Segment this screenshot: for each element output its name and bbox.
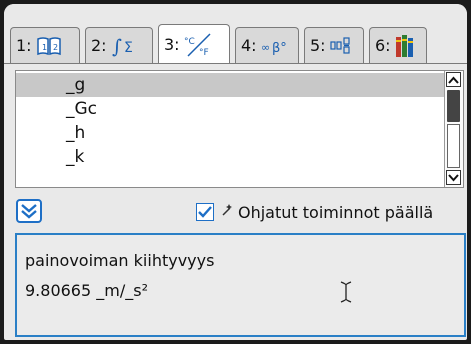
list-item[interactable]: _h — [16, 121, 446, 145]
svg-text:°F: °F — [199, 48, 209, 58]
double-chevron-down-icon — [21, 204, 37, 219]
scroll-down-button[interactable] — [446, 170, 461, 185]
templates-icon — [329, 35, 352, 57]
svg-text:∞: ∞ — [261, 41, 270, 54]
chevron-up-icon — [448, 76, 459, 84]
unit-description: painovoiman kiihtyvyys — [25, 251, 215, 270]
tab-catalog[interactable]: 1: 1 2 — [10, 27, 80, 63]
catalog-panel: 1: 1 2 2: ∫ Σ 3: °C °F 4: ∞ β° 5: 6: _g … — [4, 4, 467, 340]
tab-divider — [4, 63, 467, 64]
wizards-option: Ohjatut toiminnot päällä — [196, 200, 433, 224]
checkmark-icon — [198, 206, 212, 218]
list-scrollbar[interactable] — [444, 71, 463, 187]
tab-templates[interactable]: 5: — [304, 27, 364, 63]
catalog-tabs: 1: 1 2 2: ∫ Σ 3: °C °F 4: ∞ β° 5: 6: — [4, 4, 467, 64]
svg-text:1: 1 — [42, 43, 47, 52]
tab-number: 5: — [310, 36, 326, 55]
tab-units[interactable]: 3: °C °F — [158, 24, 230, 64]
list-item-partial — [16, 169, 446, 187]
svg-text:Σ: Σ — [124, 40, 133, 56]
text-cursor-icon — [340, 281, 352, 307]
list-item[interactable]: _k — [16, 145, 446, 169]
tab-number: 6: — [375, 36, 391, 55]
unit-value: 9.80665 _m/_s² — [25, 281, 148, 300]
svg-text:°C: °C — [184, 37, 195, 47]
svg-text:β°: β° — [272, 41, 287, 56]
wizards-checkbox[interactable] — [196, 203, 214, 221]
tab-number: 4: — [241, 36, 257, 55]
svg-text:2: 2 — [53, 43, 58, 52]
scroll-track[interactable] — [447, 124, 460, 168]
symbols-icon: ∞ β° — [261, 35, 287, 57]
tab-libraries[interactable]: 6: — [369, 27, 427, 63]
wand-icon — [220, 203, 234, 221]
list-item[interactable]: _Gc — [16, 97, 446, 121]
app-window: 1: 1 2 2: ∫ Σ 3: °C °F 4: ∞ β° 5: 6: _g … — [0, 0, 471, 344]
unit-list: _g _Gc _h _k — [15, 70, 464, 188]
calculus-icon: ∫ Σ — [111, 35, 141, 57]
svg-text:∫: ∫ — [112, 36, 122, 57]
tab-number: 2: — [91, 36, 107, 55]
tab-number: 3: — [164, 35, 180, 54]
tab-symbols[interactable]: 4: ∞ β° — [235, 27, 299, 63]
wizards-label: Ohjatut toiminnot päällä — [238, 202, 434, 222]
list-item[interactable]: _g — [16, 73, 446, 97]
collapse-button[interactable] — [16, 199, 42, 223]
units-icon: °C °F — [184, 32, 214, 58]
chevron-down-icon — [448, 173, 459, 181]
book-icon: 1 2 — [36, 35, 62, 57]
scroll-thumb[interactable] — [447, 90, 460, 122]
library-icon — [395, 34, 417, 58]
tab-number: 1: — [16, 36, 32, 55]
info-box: painovoiman kiihtyvyys 9.80665 _m/_s² — [15, 233, 466, 337]
tab-calculus[interactable]: 2: ∫ Σ — [85, 27, 153, 63]
scroll-up-button[interactable] — [446, 72, 461, 87]
